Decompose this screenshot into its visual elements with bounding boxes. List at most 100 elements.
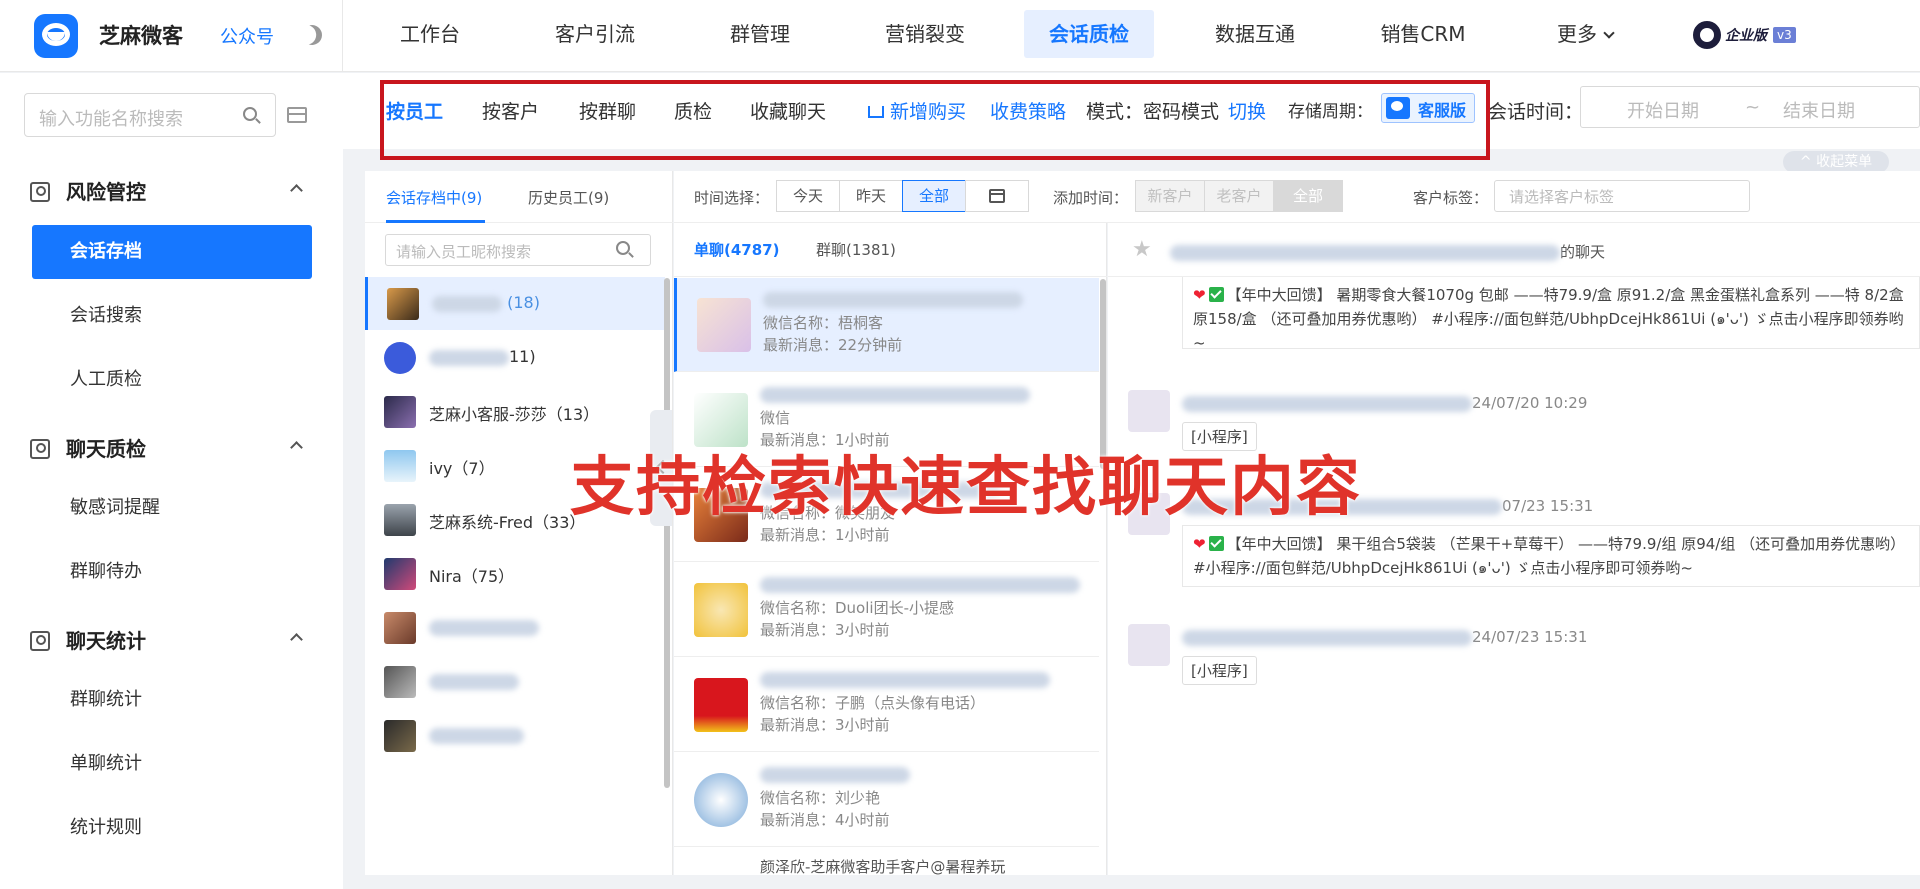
chat-item[interactable]: 微信名称：梧桐客 最新消息：22分钟前 (674, 278, 1099, 372)
chevron-up-icon[interactable] (290, 441, 303, 454)
date-range-picker[interactable]: 开始日期 ~ 结束日期 (1580, 86, 1920, 128)
chat-item[interactable]: 微信名称：刘少艳 最新消息：4小时前 (674, 753, 1099, 847)
check-icon (1208, 287, 1224, 302)
sidebar-item-single-stats[interactable]: 单聊统计 (32, 737, 312, 791)
brand-logo[interactable] (34, 14, 78, 58)
dark-mode-icon[interactable] (298, 21, 325, 48)
sidebar-item-session-archive[interactable]: 会话存档 (32, 225, 312, 279)
user-scan-icon (30, 182, 50, 202)
section-chat-stats[interactable]: 聊天统计 (30, 625, 146, 655)
avatar (384, 342, 416, 374)
staff-row[interactable] (365, 601, 665, 654)
section-title: 风险管控 (66, 180, 146, 204)
avatar (694, 773, 748, 827)
chat-title (760, 385, 1030, 403)
nav-session-qc[interactable]: 会话质检 (1024, 10, 1154, 58)
section-chat-qc[interactable]: 聊天质检 (30, 433, 146, 463)
nav-more[interactable]: 更多 (1540, 10, 1630, 58)
heart-icon: ❤ (1193, 535, 1206, 553)
top-nav: 芝麻微客 公众号 工作台 客户引流 群管理 营销裂变 会话质检 数据互通 销售C… (0, 0, 1920, 72)
collapse-menu-button[interactable]: ^ 收起菜单 (1783, 151, 1889, 173)
tab-archiving-staff[interactable]: 会话存档中(9) (386, 187, 482, 208)
staff-name: (18) (432, 293, 540, 312)
avatar (384, 666, 416, 698)
conversation-title-blur (1170, 244, 1560, 261)
staff-count: （7） (452, 459, 495, 478)
staff-name-text (432, 295, 502, 312)
chat-title (760, 765, 910, 783)
nav-marketing-fission[interactable]: 营销裂变 (866, 10, 984, 58)
time-all[interactable]: 全部 (902, 180, 966, 212)
staff-tabs: 会话存档中(9) 历史员工(9) (365, 171, 673, 223)
staff-name: 芝麻系统-Fred（33） (429, 509, 585, 533)
message-meta: 24/07/20 10:29 (1182, 394, 1587, 412)
time-today[interactable]: 今天 (776, 180, 840, 212)
sidebar-item-session-search[interactable]: 会话搜索 (32, 289, 312, 343)
staff-name: 11) (429, 347, 536, 366)
search-icon[interactable] (243, 107, 257, 121)
staff-name-text (429, 673, 519, 690)
highlight-box (380, 80, 1490, 160)
nav-group-management[interactable]: 群管理 (710, 10, 810, 58)
chat-wechat-name: 微信名称：梧桐客 (763, 314, 884, 332)
time-yesterday[interactable]: 昨天 (839, 180, 903, 212)
sidebar-item-group-todo[interactable]: 群聊待办 (32, 545, 312, 599)
message-bubble: ❤ 【年中大回馈】 暑期零食大餐1070g 包邮 ——特79.9/盒 原91.2/… (1182, 277, 1920, 349)
nav-workbench[interactable]: 工作台 (380, 10, 480, 58)
staff-row[interactable]: (18) (365, 277, 665, 330)
chat-title (760, 670, 1050, 688)
search-icon[interactable] (616, 241, 630, 255)
end-date-input[interactable]: 结束日期 (1783, 97, 1855, 123)
chat-item[interactable]: 微信名称：子鹏（点头像有电话） 最新消息：3小时前 (674, 658, 1099, 752)
nav-customer-acquisition[interactable]: 客户引流 (536, 10, 654, 58)
staff-name-text: Nira (429, 567, 462, 586)
chevron-up-icon[interactable] (290, 633, 303, 646)
mini-program-tag[interactable]: [小程序] (1182, 656, 1257, 685)
card-icon[interactable] (287, 107, 307, 123)
official-account-link[interactable]: 公众号 (220, 23, 274, 49)
sidebar-item-manual-qc[interactable]: 人工质检 (32, 353, 312, 407)
filter-all-customer[interactable]: 全部 (1273, 180, 1343, 212)
staff-row[interactable]: Nira（75） (365, 547, 665, 600)
chat-item[interactable]: 微信名称：Duoli团长-小提感 最新消息：3小时前 (674, 563, 1099, 657)
stats-icon (30, 631, 50, 651)
filter-new-customer[interactable]: 新客户 (1135, 180, 1205, 212)
staff-name-text: ivy (429, 459, 453, 478)
chat-last-message: 最新消息：3小时前 (760, 621, 890, 639)
sidebar-item-sensitive-words[interactable]: 敏感词提醒 (32, 481, 312, 535)
staff-search-input[interactable]: 请输入员工昵称搜索 (385, 234, 651, 266)
nav-data-interop[interactable]: 数据互通 (1196, 10, 1314, 58)
conversation-title-suffix: 的聊天 (1560, 243, 1606, 261)
staff-count: （13） (546, 405, 600, 424)
chat-item[interactable]: 颜泽欣-芝麻微客助手客户@暑程养玩 (674, 848, 1099, 876)
staff-row[interactable]: 芝麻小客服-莎莎（13） (365, 385, 665, 438)
customer-tag-select[interactable]: 请选择客户标签 (1494, 180, 1750, 212)
sidebar-item-group-stats[interactable]: 群聊统计 (32, 673, 312, 727)
function-search-input[interactable]: 输入功能名称搜索 (24, 93, 276, 137)
nav-sales-crm[interactable]: 销售CRM (1364, 10, 1482, 58)
start-date-input[interactable]: 开始日期 (1627, 97, 1699, 123)
filter-old-customer[interactable]: 老客户 (1204, 180, 1274, 212)
staff-row[interactable] (365, 655, 665, 708)
sidebar-item-stat-rules[interactable]: 统计规则 (32, 801, 312, 855)
staff-scrollbar[interactable] (664, 278, 670, 788)
star-icon[interactable]: ★ (1132, 237, 1152, 262)
staff-row[interactable] (365, 709, 665, 762)
range-separator: ~ (1745, 97, 1761, 118)
calendar-button[interactable] (965, 180, 1029, 212)
customer-tag-label: 客户标签： (1413, 189, 1489, 207)
section-title: 聊天统计 (66, 629, 146, 653)
staff-name (429, 671, 519, 690)
avatar (1128, 624, 1170, 666)
staff-row[interactable]: 11) (365, 331, 665, 384)
tab-group-chat[interactable]: 群聊(1381) (816, 239, 896, 260)
tab-single-chat[interactable]: 单聊(4787) (694, 239, 779, 260)
chat-last-message: 最新消息：3小时前 (760, 716, 890, 734)
section-risk-control[interactable]: 风险管控 (30, 176, 146, 206)
tab-history-staff[interactable]: 历史员工(9) (528, 187, 609, 208)
conversation-title: 的聊天 (1170, 241, 1605, 262)
user-scan-icon (30, 439, 50, 459)
staff-search-placeholder: 请输入员工昵称搜索 (396, 243, 532, 261)
chevron-up-icon[interactable] (290, 184, 303, 197)
chat-last-message: 最新消息：22分钟前 (763, 336, 903, 354)
